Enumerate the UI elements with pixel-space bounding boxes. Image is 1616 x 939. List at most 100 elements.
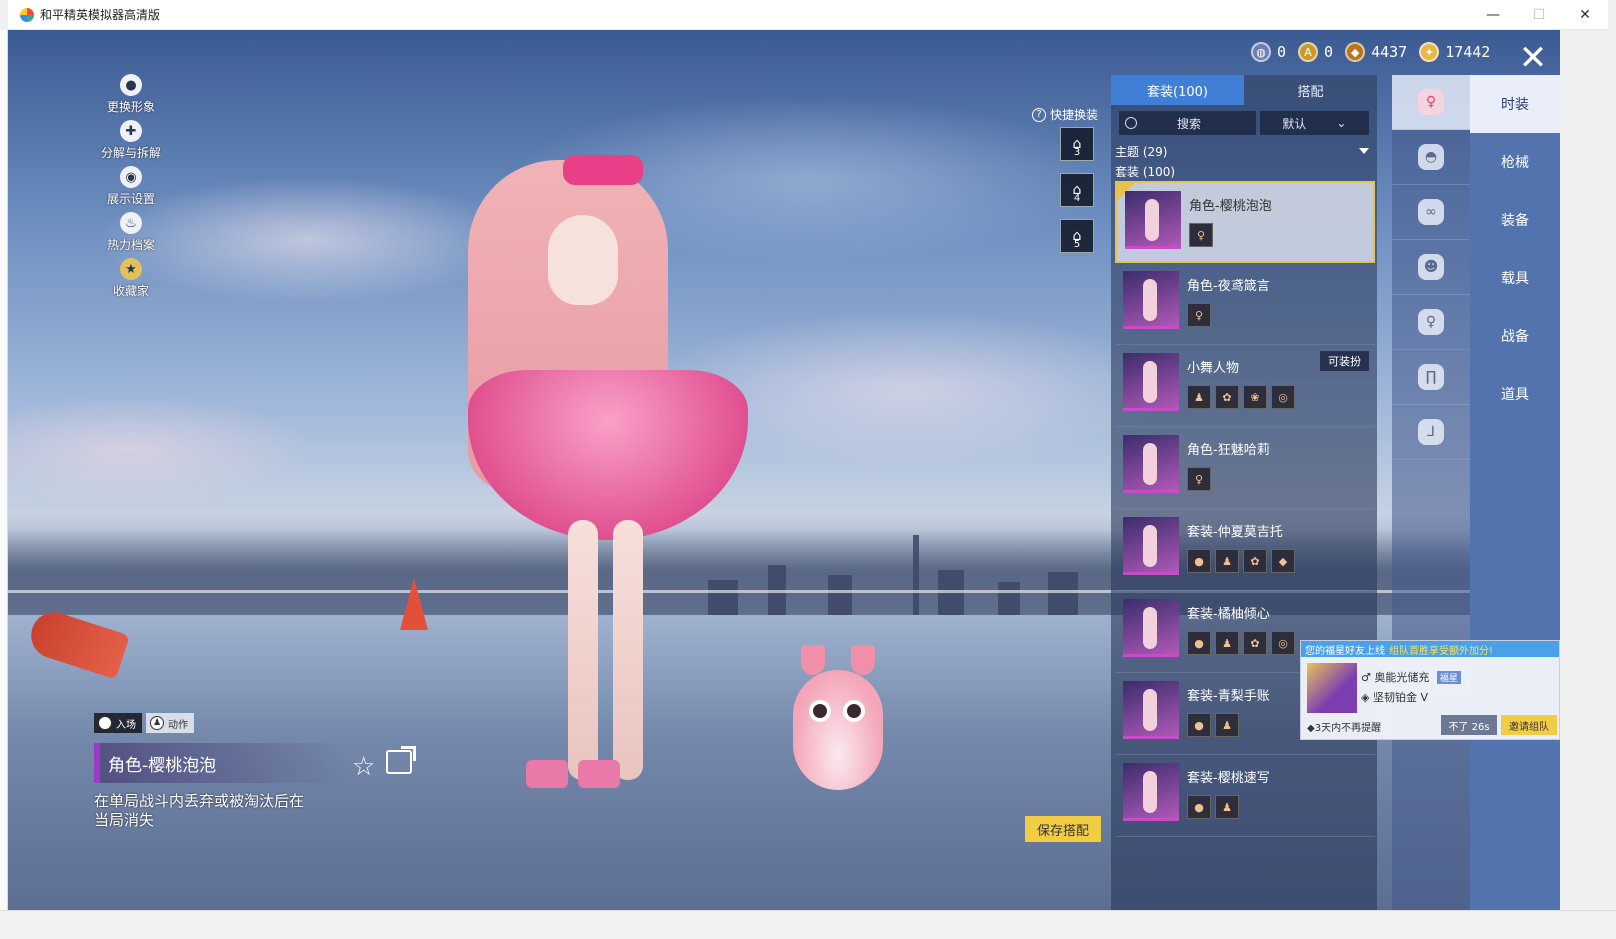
outfit-part-thumb[interactable]: ♟ [1215,713,1239,737]
share-icon[interactable] [386,746,416,774]
menu-decompose[interactable]: ✚ 分解与拆解 [86,120,176,166]
outfit-slot-3[interactable]: ⌂ 3 [1060,127,1094,161]
category-mask[interactable]: ☻ [1392,240,1470,295]
tab-equipment[interactable]: 装备 [1470,191,1560,249]
outfit-slot-4[interactable]: ⌂ 4 [1060,173,1094,207]
gold-medal-icon: A [1298,42,1319,62]
bronze-coin-icon: ◆ [1345,42,1366,62]
character-model[interactable] [428,140,748,820]
app-logo-icon [20,7,34,22]
game-viewport: ● 更换形象 ✚ 分解与拆解 ◉ 展示设置 ♨ 热力档案 ★ 收藏家 ◍ 0 A… [8,30,1560,910]
outfit-part-thumb[interactable]: ✿ [1243,631,1267,655]
close-icon[interactable]: ✕ [1511,38,1555,78]
outfit-part-thumb[interactable]: ● [1187,631,1211,655]
pet-body [793,670,883,790]
dropdown-arrow-icon [1359,148,1369,154]
outfit-part-thumb[interactable]: ◆ [1271,549,1295,573]
tab-vehicles[interactable]: 载具 [1470,249,1560,307]
chevron-down-icon: ⌄ [1336,116,1347,130]
avatar [1307,663,1357,713]
outfit-part-thumb[interactable]: ♟ [1215,549,1239,573]
tab-guns[interactable]: 枪械 [1470,133,1560,191]
save-outfit-button[interactable]: 保存搭配 [1025,816,1101,842]
tab-outfits[interactable]: 套装(100) [1111,75,1244,105]
male-icon: ♂ [1361,671,1371,684]
category-top[interactable]: ♀ [1392,295,1470,350]
outfit-part-thumb[interactable]: ◎ [1271,631,1295,655]
tab-fashion[interactable]: 时装 [1470,75,1560,133]
outfit-thumbnail [1123,599,1179,657]
invite-team-button[interactable]: 邀请组队 [1501,715,1557,735]
friend-rank: ◈ 坚韧铂金 V [1361,691,1428,704]
outfit-part-thumb[interactable]: ✿ [1215,385,1239,409]
title-bar: 和平精英模拟器高清版 — ☐ ✕ [8,0,1608,30]
remind-option[interactable]: ◆3天内不再提醒 [1307,719,1381,734]
outfit-item[interactable]: 角色-狂魅哈莉 ♀ [1115,427,1375,509]
outfit-part-thumb[interactable]: ● [1187,549,1211,573]
decline-button[interactable]: 不了 26s [1441,715,1497,735]
category-shoes[interactable]: ⅃ [1392,405,1470,460]
tab-battle-prep[interactable]: 战备 [1470,307,1560,365]
outfit-slot-5[interactable]: ⌂ 5 [1060,219,1094,253]
currency-item[interactable]: A 0 [1298,42,1333,62]
outfit-item[interactable]: 套装-樱桃速写 ● ♟ [1115,755,1375,837]
maximize-button[interactable]: ☐ [1516,0,1562,30]
preview-buttons: ☺ 入场 ♟ 动作 [94,713,194,733]
outfit-thumbnail [1123,763,1179,821]
category-hat[interactable]: ◓ [1392,130,1470,185]
character-leg [568,520,598,780]
outfit-part-thumb[interactable]: ♟ [1215,795,1239,819]
close-window-button[interactable]: ✕ [1562,0,1608,30]
menu-heat-profile[interactable]: ♨ 热力档案 [86,212,176,258]
outfit-item[interactable]: 角色-夜鸢箴言 ♀ [1115,263,1375,345]
help-icon: ? [1032,107,1046,122]
menu-collector[interactable]: ★ 收藏家 [86,258,176,304]
outfit-thumbnail [1123,517,1179,575]
currency-item[interactable]: ◆ 4437 [1345,42,1407,62]
sort-dropdown[interactable]: 默认 ⌄ [1259,111,1369,135]
currency-item[interactable]: ✦ 17442 [1419,42,1490,62]
outfit-part-thumb[interactable]: ❀ [1243,385,1267,409]
currency-item[interactable]: ◍ 0 [1251,42,1286,62]
outfit-item[interactable]: 小舞人物 可装扮 ♟ ✿ ❀ ◎ [1115,345,1375,427]
outfit-part-thumb[interactable]: ♀ [1187,467,1211,491]
theme-filter[interactable]: 主题 (29) [1111,141,1377,161]
app-window: 和平精英模拟器高清版 — ☐ ✕ ● 更换形象 ✚ 分解与拆解 ◉ 展示设置 ♨… [0,0,1616,939]
category-pants[interactable]: ∏ [1392,350,1470,405]
outfit-part-thumb[interactable]: ● [1187,795,1211,819]
outfit-part-thumb[interactable]: ♀ [1187,303,1211,327]
character-leg [613,520,643,780]
menu-change-avatar[interactable]: ● 更换形象 [86,74,176,120]
tab-items[interactable]: 道具 [1470,365,1560,423]
outfit-thumbnail [1125,191,1181,249]
outfit-item[interactable]: 套装-仲夏莫吉托 ● ♟ ✿ ◆ [1115,509,1375,591]
background-window-edge [0,910,1616,939]
selected-outfit-name: 角色-樱桃泡泡 [94,743,350,783]
category-glasses[interactable]: ∞ [1392,185,1470,240]
minimize-button[interactable]: — [1470,0,1516,30]
pet-eye [809,700,831,722]
outfit-count-heading: 套装 (100) [1115,164,1176,179]
outfit-part-thumb[interactable]: ♟ [1215,631,1239,655]
outfit-item[interactable]: 角色-樱桃泡泡 ♀ [1115,181,1375,263]
entry-button[interactable]: ☺ 入场 [94,713,142,733]
outfit-part-thumb[interactable]: ◎ [1271,385,1295,409]
search-input[interactable]: 搜索 [1119,111,1256,135]
outfit-part-thumb[interactable]: ♀ [1189,223,1213,247]
star-icon[interactable]: ☆ [352,752,375,782]
category-outfit[interactable]: ♀ [1392,75,1470,130]
background-window-edge [0,30,8,910]
outfit-part-thumb[interactable]: ● [1187,713,1211,737]
avatar-change-icon: ● [120,74,142,96]
outfit-part-thumb[interactable]: ♟ [1187,385,1211,409]
menu-display-settings[interactable]: ◉ 展示设置 [86,166,176,212]
quick-change-label[interactable]: ? 快捷换装 [1032,106,1098,123]
fire-icon: ♨ [120,212,142,234]
pet-penguin[interactable] [793,645,883,795]
rank-icon: ◈ [1361,691,1370,704]
tab-match[interactable]: 搭配 [1244,75,1377,105]
outfit-part-thumb[interactable]: ✿ [1243,549,1267,573]
puzzle-icon: ✚ [120,120,142,142]
gold-coin-icon: ✦ [1419,42,1440,62]
action-button[interactable]: ♟ 动作 [146,713,194,733]
